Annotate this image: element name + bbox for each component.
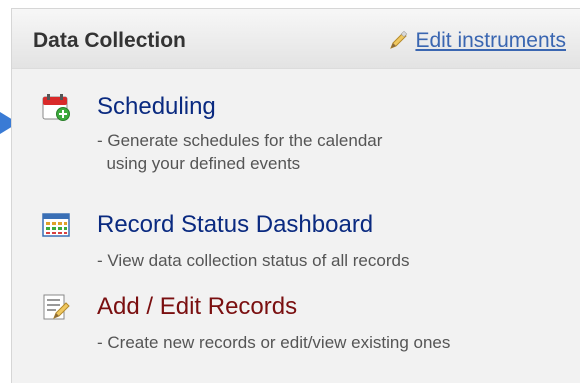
add-edit-records-link[interactable]: Add / Edit Records: [97, 293, 297, 321]
dashboard-grid-icon: [42, 213, 70, 237]
scheduling-desc-line2: using your defined events: [97, 154, 301, 173]
record-status-dashboard-desc: - View data collection status of all rec…: [97, 251, 410, 270]
calendar-add-icon: [42, 94, 70, 121]
record-status-dashboard-item: Record Status Dashboard - View data coll…: [42, 211, 562, 281]
scheduling-item: Scheduling - Generate schedules for the …: [42, 93, 542, 193]
edit-record-icon: [43, 294, 70, 320]
panel-header: Data Collection Edit instruments: [12, 9, 580, 69]
scheduling-desc-line1: - Generate schedules for the calendar: [97, 131, 383, 150]
scheduling-link[interactable]: Scheduling: [97, 93, 216, 121]
add-edit-records-desc: - Create new records or edit/view existi…: [97, 333, 451, 352]
add-edit-records-item: Add / Edit Records - Create new records …: [42, 293, 572, 363]
edit-instruments-link[interactable]: Edit instruments: [387, 29, 566, 53]
edit-instruments-label: Edit instruments: [415, 29, 566, 52]
data-collection-panel: Data Collection Edit instruments Schedul…: [11, 8, 580, 383]
record-status-dashboard-link[interactable]: Record Status Dashboard: [97, 211, 373, 239]
panel-title: Data Collection: [33, 29, 186, 52]
pencil-icon: [390, 30, 408, 49]
